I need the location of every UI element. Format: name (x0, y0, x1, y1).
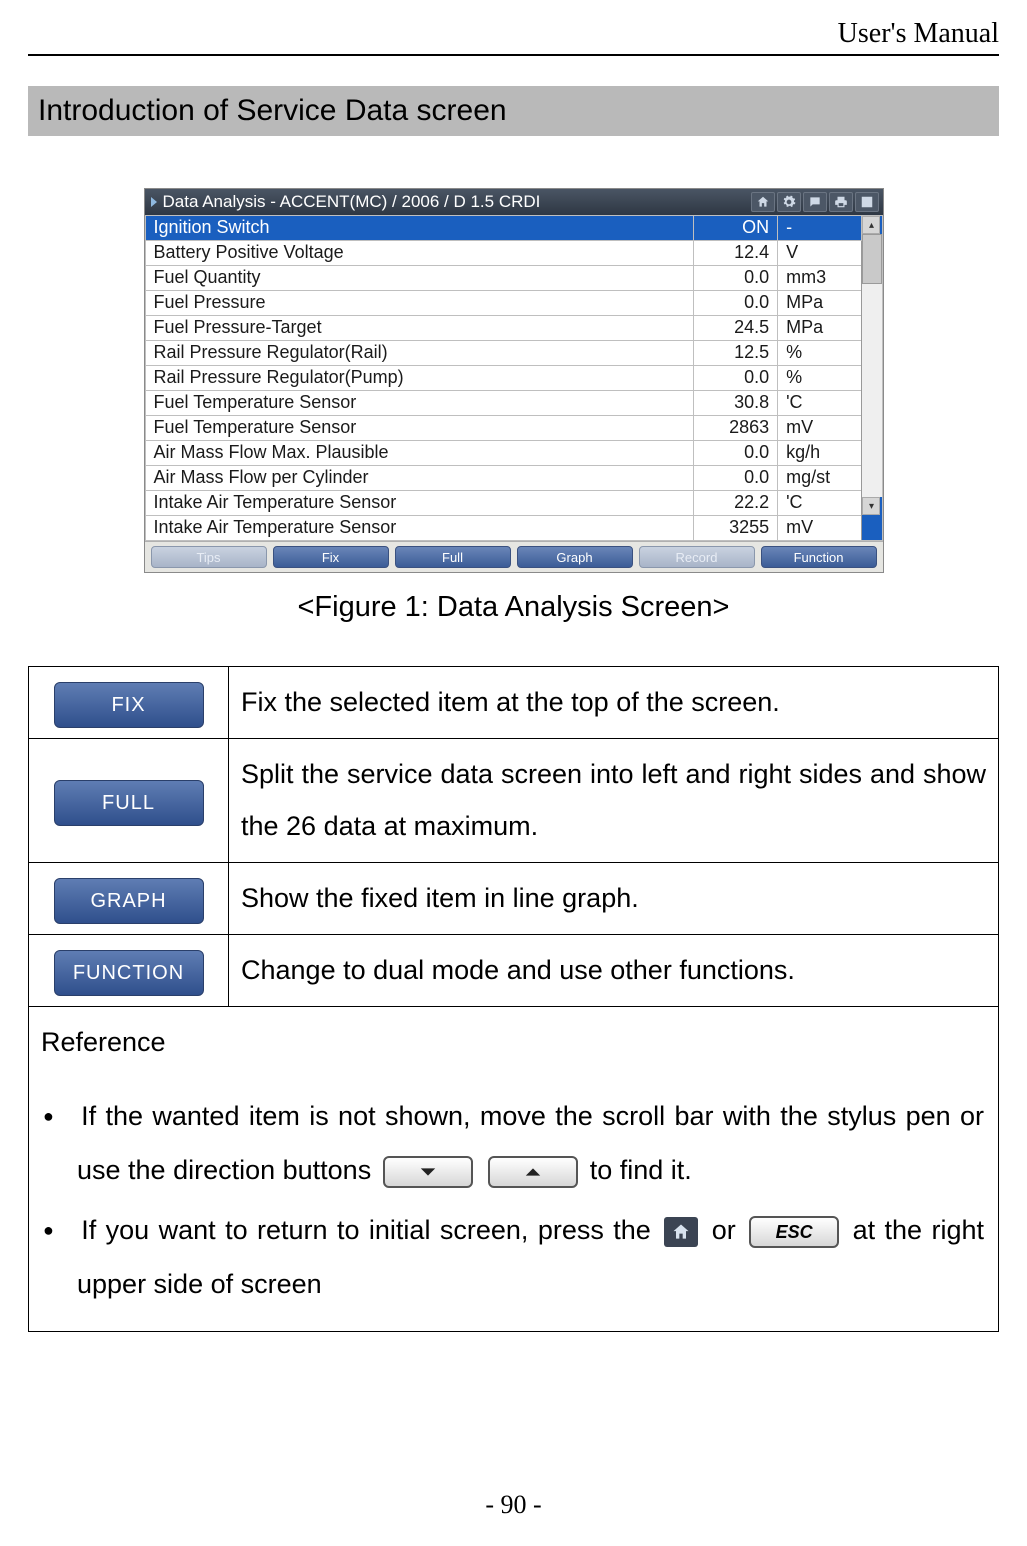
function-pill: FUNCTION (54, 950, 204, 996)
titlebar-icons (751, 192, 883, 212)
cell-value: 3255 (693, 516, 777, 541)
scrollbar[interactable]: ▴▾ (862, 216, 882, 541)
scroll-down-icon[interactable]: ▾ (862, 497, 880, 515)
cell-name: Fuel Pressure-Target (145, 316, 693, 341)
up-arrow-button[interactable] (488, 1156, 578, 1188)
cell-value: 0.0 (693, 266, 777, 291)
record-button[interactable]: Record (639, 546, 755, 568)
section-title: Introduction of Service Data screen (28, 86, 999, 136)
cell-name: Fuel Pressure (145, 291, 693, 316)
function-button[interactable]: Function (761, 546, 877, 568)
cell-name: Fuel Temperature Sensor (145, 391, 693, 416)
cell-name: Intake Air Temperature Sensor (145, 491, 693, 516)
cell-value: 12.5 (693, 341, 777, 366)
cell-unit: - (778, 216, 862, 241)
reference-item-2: If you want to return to initial screen,… (43, 1203, 984, 1311)
figure-1: Data Analysis - ACCENT(MC) / 2006 / D 1.… (28, 188, 999, 624)
table-row[interactable]: Rail Pressure Regulator(Pump)0.0% (145, 366, 882, 391)
cell-unit: mg/st (778, 466, 862, 491)
cell-name: Battery Positive Voltage (145, 241, 693, 266)
cell-value: 12.4 (693, 241, 777, 266)
cell-unit: 'C (778, 391, 862, 416)
reference-item-1: If the wanted item is not shown, move th… (43, 1089, 984, 1197)
cell-unit: V (778, 241, 862, 266)
cell-name: Rail Pressure Regulator(Pump) (145, 366, 693, 391)
cell-value: 0.0 (693, 291, 777, 316)
page-header: User's Manual (838, 18, 999, 50)
cell-unit: MPa (778, 291, 862, 316)
figure-caption: <Figure 1: Data Analysis Screen> (297, 591, 729, 624)
cell-unit: MPa (778, 316, 862, 341)
cell-value: 2863 (693, 416, 777, 441)
table-row[interactable]: Intake Air Temperature Sensor3255mV (145, 516, 882, 541)
reference-body: If the wanted item is not shown, move th… (28, 1079, 999, 1332)
cell-unit: mV (778, 416, 862, 441)
app-toolbar: Tips Fix Full Graph Record Function (145, 541, 883, 572)
window-title: Data Analysis - ACCENT(MC) / 2006 / D 1.… (163, 192, 541, 212)
fix-desc: Fix the selected item at the top of the … (229, 667, 999, 739)
fix-pill: FIX (54, 682, 204, 728)
full-desc: Split the service data screen into left … (229, 739, 999, 863)
table-row[interactable]: Intake Air Temperature Sensor22.2'C (145, 491, 882, 516)
data-table: Ignition SwitchON-▴▾Battery Positive Vol… (145, 215, 883, 541)
table-row[interactable]: Fuel Pressure-Target24.5MPa (145, 316, 882, 341)
cell-unit: % (778, 341, 862, 366)
cell-name: Fuel Quantity (145, 266, 693, 291)
chat-icon[interactable] (803, 192, 827, 212)
cell-value: ON (693, 216, 777, 241)
cell-unit: mm3 (778, 266, 862, 291)
table-row[interactable]: Rail Pressure Regulator(Rail)12.5% (145, 341, 882, 366)
down-arrow-button[interactable] (383, 1156, 473, 1188)
scroll-up-icon[interactable]: ▴ (862, 216, 880, 234)
table-row[interactable]: Battery Positive Voltage12.4V (145, 241, 882, 266)
cell-unit: % (778, 366, 862, 391)
esc-button[interactable]: ESC (749, 1216, 839, 1248)
home-icon[interactable] (751, 192, 775, 212)
cell-value: 30.8 (693, 391, 777, 416)
cell-value: 0.0 (693, 366, 777, 391)
graph-button[interactable]: Graph (517, 546, 633, 568)
table-row[interactable]: Fuel Temperature Sensor2863mV (145, 416, 882, 441)
layout-icon[interactable] (855, 192, 879, 212)
cell-name: Rail Pressure Regulator(Rail) (145, 341, 693, 366)
table-row[interactable]: Fuel Pressure0.0MPa (145, 291, 882, 316)
header-rule (28, 54, 999, 56)
settings-icon[interactable] (777, 192, 801, 212)
scroll-thumb[interactable] (862, 234, 881, 284)
button-definition-table: FIX Fix the selected item at the top of … (28, 666, 999, 1079)
cell-value: 22.2 (693, 491, 777, 516)
table-row[interactable]: Air Mass Flow per Cylinder0.0mg/st (145, 466, 882, 491)
function-desc: Change to dual mode and use other functi… (229, 935, 999, 1007)
full-button[interactable]: Full (395, 546, 511, 568)
graph-desc: Show the fixed item in line graph. (229, 862, 999, 934)
cell-value: 24.5 (693, 316, 777, 341)
app-titlebar: Data Analysis - ACCENT(MC) / 2006 / D 1.… (145, 189, 883, 215)
cell-name: Fuel Temperature Sensor (145, 416, 693, 441)
table-row[interactable]: Fuel Quantity0.0mm3 (145, 266, 882, 291)
full-pill: FULL (54, 780, 204, 826)
titlebar-marker-icon (151, 197, 157, 207)
page-number: - 90 - (0, 1490, 1027, 1520)
cell-value: 0.0 (693, 466, 777, 491)
cell-name: Intake Air Temperature Sensor (145, 516, 693, 541)
table-row[interactable]: Fuel Temperature Sensor30.8'C (145, 391, 882, 416)
cell-unit: 'C (778, 491, 862, 516)
cell-name: Air Mass Flow Max. Plausible (145, 441, 693, 466)
app-window: Data Analysis - ACCENT(MC) / 2006 / D 1.… (144, 188, 884, 573)
graph-pill: GRAPH (54, 878, 204, 924)
home-icon-inline[interactable] (664, 1217, 698, 1247)
tips-button[interactable]: Tips (151, 546, 267, 568)
cell-unit: kg/h (778, 441, 862, 466)
print-icon[interactable] (829, 192, 853, 212)
cell-name: Ignition Switch (145, 216, 693, 241)
table-row[interactable]: Air Mass Flow Max. Plausible0.0kg/h (145, 441, 882, 466)
reference-title: Reference (29, 1007, 999, 1079)
table-row[interactable]: Ignition SwitchON-▴▾ (145, 216, 882, 241)
fix-button[interactable]: Fix (273, 546, 389, 568)
cell-name: Air Mass Flow per Cylinder (145, 466, 693, 491)
cell-unit: mV (778, 516, 862, 541)
cell-value: 0.0 (693, 441, 777, 466)
